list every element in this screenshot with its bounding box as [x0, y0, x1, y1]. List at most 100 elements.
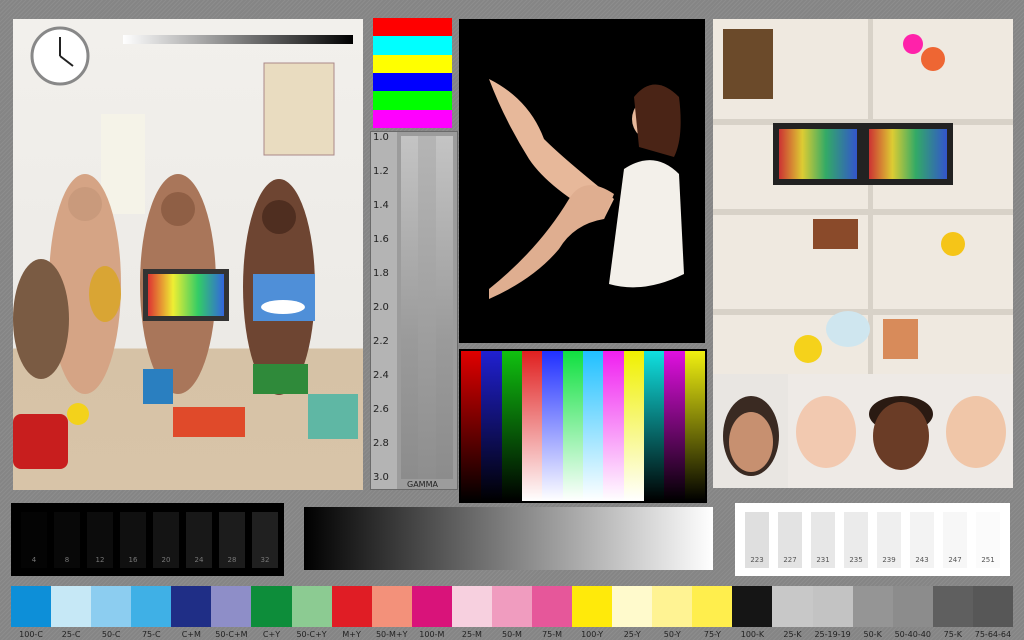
spectrum-bar [461, 351, 482, 501]
gamma-tick: 2.0 [373, 302, 389, 313]
color-swatch: 50-C+Y [291, 586, 332, 639]
color-swatch: 75-64-64 [972, 586, 1013, 639]
cmyk-color-row: 100-C 25-C 50-C 75-C C+M 50-C+M C+Y 50-C+Y M+Y 50… [11, 586, 1013, 639]
light-swatch-label: 235 [849, 556, 863, 564]
dark-swatch-label: 28 [227, 556, 237, 564]
gamma-tick: 2.2 [373, 336, 389, 347]
gamma-tick: 1.4 [373, 200, 389, 211]
color-swatch-label: 75-M [542, 630, 563, 639]
color-swatch-label: 75-K [943, 630, 962, 639]
shelves-scene [713, 19, 1013, 374]
color-swatch-label: 75-C [141, 630, 161, 639]
color-swatch: 50-K [852, 586, 893, 639]
light-swatch-panel: 223 227 231 235 239 243 247 251 [735, 503, 1010, 576]
gamma-scale: 1.0 1.2 1.4 1.6 1.8 2.0 2.2 2.4 2.6 2.8 … [370, 131, 458, 490]
dark-swatch: 4 [21, 512, 47, 568]
color-swatch: 25-K [772, 586, 813, 639]
face-baby-2 [869, 396, 933, 470]
color-swatch-label: 75-Y [703, 630, 721, 639]
face-baby-1-photo [788, 374, 863, 488]
color-swatch-label: 100-Y [581, 630, 604, 639]
color-swatch-label: 100-K [740, 630, 765, 639]
color-swatch: 50-C [91, 586, 132, 639]
spectrum-bar [664, 351, 685, 501]
color-swatch-label: 50-Y [663, 630, 681, 639]
dark-swatch: 12 [87, 512, 113, 568]
color-swatch-label: 50-40-40 [894, 630, 931, 639]
light-swatch-label: 231 [816, 556, 830, 564]
gamma-tick: 2.8 [373, 438, 389, 449]
light-swatch: 251 [976, 512, 1000, 568]
color-swatch: 50-Y [652, 586, 693, 639]
color-swatch-label: 25-M [461, 630, 482, 639]
spectrum-bar [603, 351, 624, 501]
color-swatch-label: 100-M [419, 630, 445, 639]
spectrum-bar [623, 351, 644, 501]
gamma-tick: 1.0 [373, 132, 389, 143]
color-swatch-label: 50-M [501, 630, 522, 639]
light-swatch-label: 251 [981, 556, 995, 564]
color-swatch: 50-40-40 [892, 586, 933, 639]
color-swatch: 75-K [932, 586, 973, 639]
color-swatch: 75-C [131, 586, 172, 639]
gamma-tick: 2.6 [373, 404, 389, 415]
color-swatch: 100-C [11, 586, 52, 639]
color-swatch-label: 50-K [863, 630, 882, 639]
light-swatch: 231 [811, 512, 835, 568]
color-swatch-label: C+Y [262, 630, 281, 639]
dark-swatch-label: 32 [260, 556, 270, 564]
dark-swatch: 16 [120, 512, 146, 568]
color-swatch-label: 100-C [19, 630, 43, 639]
color-swatch: 50-M [491, 586, 533, 639]
dark-swatch: 32 [252, 512, 278, 568]
color-swatch-label: 25-19-19 [814, 630, 851, 639]
spectrum-gradients [459, 349, 707, 503]
gamma-tick: 2.4 [373, 370, 389, 381]
face-baby-3 [946, 396, 1006, 468]
color-swatch: 25-C [51, 586, 92, 639]
shelves-photo [713, 19, 1013, 374]
gamma-tick: 1.8 [373, 268, 389, 279]
color-swatch: 25-Y [612, 586, 653, 639]
color-swatch: 100-M [411, 586, 452, 639]
dark-swatch: 28 [219, 512, 245, 568]
light-swatch-label: 243 [915, 556, 929, 564]
primary-color-bars [373, 18, 452, 128]
spectrum-bar [562, 351, 583, 501]
spectrum-bar [582, 351, 604, 501]
light-swatch: 247 [943, 512, 967, 568]
color-swatch: 25-M [451, 586, 492, 639]
studio-photo [13, 19, 363, 490]
light-swatch: 223 [745, 512, 769, 568]
grayscale-gradient [304, 507, 713, 570]
color-swatch: 100-Y [572, 586, 613, 639]
dark-swatch: 24 [186, 512, 212, 568]
color-swatch-label: 25-C [61, 630, 81, 639]
gamma-tick: 3.0 [373, 472, 389, 483]
gamma-bar [401, 136, 453, 479]
color-swatch-label: 25-K [783, 630, 802, 639]
dark-swatch-label: 8 [64, 556, 70, 564]
color-swatch: 100-K [732, 586, 773, 639]
face-baby-3-photo [938, 374, 1013, 488]
light-swatch-label: 239 [882, 556, 896, 564]
portrait-figure [489, 79, 684, 299]
gamma-tick: 1.2 [373, 166, 389, 177]
color-swatch-label: 50-C [101, 630, 121, 639]
studio-scene [13, 26, 358, 469]
spectrum-bar [501, 351, 522, 501]
color-swatch: C+Y [251, 586, 292, 639]
color-swatch: 50-M+Y [371, 586, 412, 639]
color-swatch-label: 50-M+Y [375, 630, 408, 639]
gamma-label: GAMMA [407, 480, 438, 489]
face-woman-photo [713, 374, 788, 488]
dark-swatch-panel: 4 8 12 16 20 24 28 32 [11, 503, 284, 576]
color-swatch-label: 50-C+Y [296, 630, 327, 639]
color-swatch-label: M+Y [342, 630, 361, 639]
color-swatch-label: 25-Y [623, 630, 641, 639]
color-bar-red [373, 18, 452, 37]
color-bar-magenta [373, 109, 452, 128]
dark-swatch-label: 20 [161, 556, 171, 564]
color-swatch-label: C+M [181, 630, 201, 639]
face-baby-1 [796, 396, 856, 468]
